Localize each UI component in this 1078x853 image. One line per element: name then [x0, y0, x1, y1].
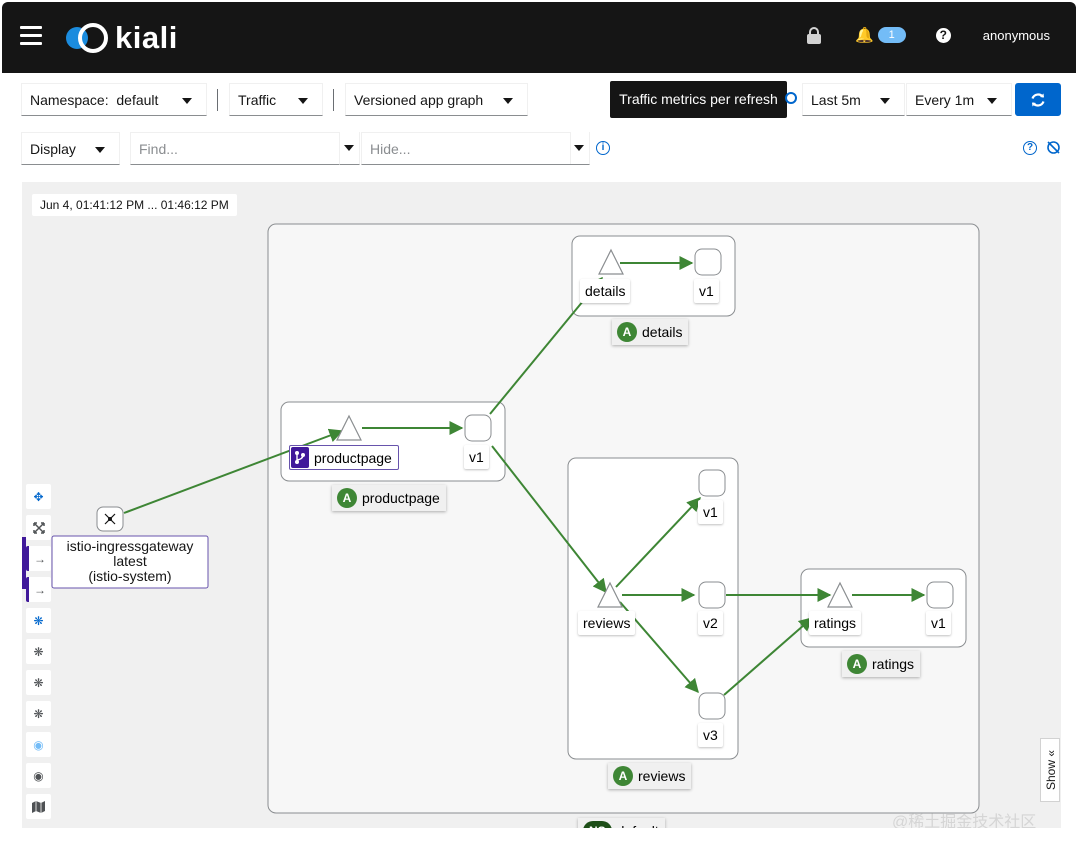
- app-label-productpage: A productpage: [332, 485, 446, 511]
- traffic-dropdown[interactable]: Traffic: [229, 83, 323, 116]
- watermark: @稀土掘金技术社区: [892, 814, 1037, 828]
- pan-icon[interactable]: ✥: [26, 484, 51, 509]
- app-label-ratings-text: ratings: [872, 656, 915, 672]
- namespace-label: Namespace:: [30, 91, 109, 108]
- service-label-productpage-text: productpage: [314, 449, 392, 466]
- kiali-logo-mark: [66, 22, 112, 54]
- version-label-reviews-v3: v3: [698, 723, 723, 747]
- app-badge: A: [337, 488, 357, 508]
- topology-graph[interactable]: [22, 182, 1061, 828]
- app-badge: A: [617, 322, 637, 342]
- graph-layout-toggle-icon[interactable]: [1046, 140, 1061, 155]
- refresh-interval-label: Every 1m: [915, 91, 975, 108]
- workload-node-reviews-v2[interactable]: [698, 581, 726, 609]
- workload-node-ratings-v1[interactable]: [926, 581, 954, 609]
- graph-type-label: Versioned app graph: [354, 91, 484, 108]
- layout-1-icon[interactable]: ❋: [26, 639, 51, 664]
- hide-input[interactable]: Hide...: [361, 132, 571, 165]
- namespace-dropdown[interactable]: Namespace: default: [21, 83, 207, 116]
- hamburger-icon[interactable]: [20, 26, 42, 46]
- app-badge: A: [613, 766, 633, 786]
- chevron-down-icon: [880, 98, 890, 104]
- kiali-logo[interactable]: kiali: [66, 20, 178, 56]
- workload-node-details-v1[interactable]: [694, 248, 722, 276]
- ingress-namespace: (istio-system): [88, 568, 172, 584]
- fit-to-screen-icon[interactable]: [26, 515, 51, 540]
- graph-type-dropdown[interactable]: Versioned app graph: [345, 83, 528, 116]
- traffic-label: Traffic: [238, 91, 277, 108]
- lock-icon[interactable]: [806, 26, 821, 44]
- hide-history-dropdown[interactable]: [570, 132, 590, 165]
- display-label: Display: [30, 140, 76, 157]
- user-menu[interactable]: anonymous: [983, 28, 1050, 43]
- virtual-service-icon: [291, 447, 309, 468]
- service-label-ratings: ratings: [809, 611, 862, 635]
- version-label-details-v1: v1: [694, 279, 719, 303]
- display-dropdown[interactable]: Display: [21, 132, 120, 165]
- namespace-value: default: [116, 91, 159, 108]
- traffic-metrics-tooltip: Traffic metrics per refresh: [610, 81, 787, 118]
- zoom-out-icon[interactable]: →: [26, 577, 51, 602]
- version-label-reviews-v1: v1: [698, 500, 723, 524]
- version-label-productpage-v1: v1: [464, 445, 489, 469]
- toolbar-divider: [333, 89, 334, 111]
- namespace-label-text: default: [617, 823, 659, 828]
- namespace-layout-icon[interactable]: ◉: [26, 732, 51, 757]
- chevron-down-icon: [182, 98, 192, 104]
- help-icon[interactable]: ?: [935, 27, 951, 43]
- duration-label: Last 5m: [811, 91, 861, 108]
- bell-icon[interactable]: 🔔: [855, 26, 874, 44]
- find-history-dropdown[interactable]: [340, 132, 360, 165]
- refresh-icon: [1031, 92, 1045, 107]
- layout-3-icon[interactable]: ❋: [26, 701, 51, 726]
- brand-name: kiali: [115, 20, 178, 55]
- version-label-ratings-v1: v1: [926, 611, 951, 635]
- layout-2-icon[interactable]: ❋: [26, 670, 51, 695]
- service-label-details: details: [580, 279, 631, 303]
- ingress-name: istio-ingressgateway: [66, 538, 194, 554]
- layout-default-icon[interactable]: ❋: [26, 608, 51, 633]
- namespace-layout-2-icon[interactable]: ◉: [26, 763, 51, 788]
- refresh-button[interactable]: [1015, 83, 1061, 116]
- service-label-reviews: reviews: [578, 611, 636, 635]
- refresh-interval-dropdown[interactable]: Every 1m: [906, 83, 1012, 116]
- app-badge: A: [847, 654, 867, 674]
- workload-node-reviews-v1[interactable]: [698, 469, 726, 497]
- workload-node-productpage-v1[interactable]: [464, 414, 492, 442]
- duration-dropdown[interactable]: Last 5m: [802, 83, 905, 116]
- graph-canvas[interactable]: Jun 4, 01:41:12 PM ... 01:46:12 PM istio…: [22, 182, 1061, 828]
- notification-badge[interactable]: 1: [877, 27, 906, 43]
- chevron-down-icon: [95, 147, 105, 153]
- show-tab-label: Show: [1044, 760, 1058, 791]
- workload-node-reviews-v3[interactable]: [698, 692, 726, 720]
- masthead-actions: 🔔 1 ? anonymous: [806, 26, 1050, 44]
- info-icon[interactable]: [785, 92, 797, 104]
- ingress-version: latest: [113, 553, 147, 569]
- app-label-details: A details: [612, 319, 689, 345]
- app-label-reviews: A reviews: [608, 763, 692, 789]
- graph-help-icon[interactable]: ?: [1023, 141, 1037, 155]
- show-side-panel-tab[interactable]: Show «: [1040, 738, 1060, 802]
- app-label-reviews-text: reviews: [638, 768, 686, 784]
- chevron-down-icon: [298, 98, 308, 104]
- masthead: kiali 🔔 1 ? anonymous: [2, 2, 1076, 73]
- chevron-down-icon: [503, 98, 513, 104]
- find-input[interactable]: Find...: [130, 132, 340, 165]
- zoom-in-icon[interactable]: →: [26, 546, 51, 571]
- app-label-ratings: A ratings: [842, 651, 921, 677]
- app-box-details[interactable]: [571, 235, 736, 317]
- toolbar-divider: [217, 89, 218, 111]
- app-label-details-text: details: [642, 324, 683, 340]
- app-label-productpage-text: productpage: [362, 490, 440, 506]
- version-label-reviews-v2: v2: [698, 611, 723, 635]
- legend-map-icon[interactable]: [26, 794, 51, 819]
- find-hide-help-icon[interactable]: i: [596, 141, 610, 155]
- service-label-productpage: productpage: [289, 445, 399, 470]
- chevron-down-icon: [987, 98, 997, 104]
- namespace-badge: NS: [583, 821, 612, 828]
- ingress-label: istio-ingressgateway latest (istio-syste…: [52, 539, 208, 584]
- toolbar-selection-marker: [22, 537, 26, 589]
- namespace-label: NS default: [578, 818, 665, 828]
